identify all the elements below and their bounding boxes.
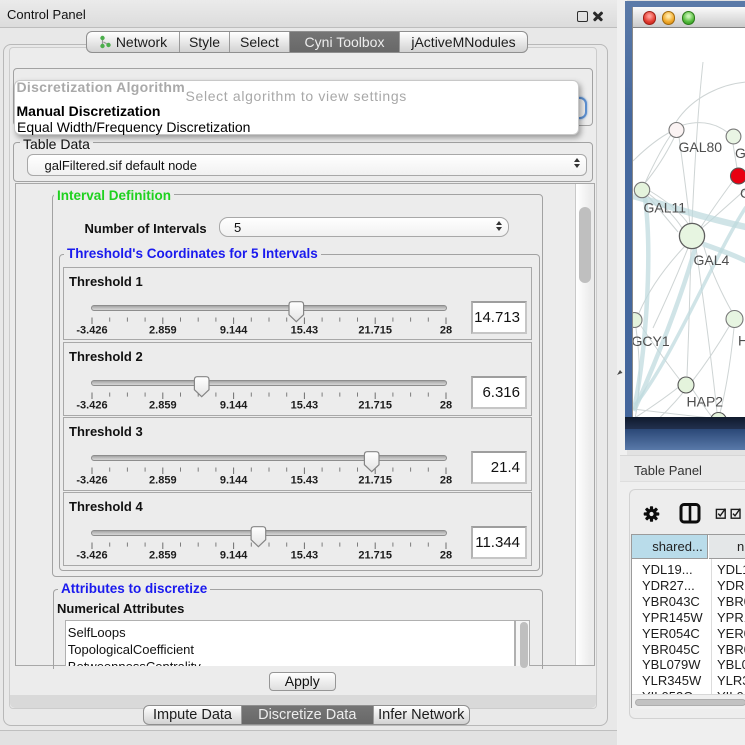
svg-text:28: 28 — [440, 324, 452, 336]
svg-text:2.859: 2.859 — [149, 550, 177, 562]
svg-text:-3.426: -3.426 — [76, 324, 107, 336]
svg-text:9.144: 9.144 — [220, 475, 248, 487]
svg-text:-3.426: -3.426 — [76, 399, 107, 411]
svg-text:GCY1: GCY1 — [633, 333, 670, 349]
svg-text:-3.426: -3.426 — [76, 550, 107, 562]
svg-text:15.43: 15.43 — [291, 324, 319, 336]
svg-text:HAP2: HAP2 — [687, 394, 724, 410]
svg-text:GAL4: GAL4 — [694, 252, 730, 268]
svg-text:GAL80: GAL80 — [679, 139, 723, 155]
svg-text:9.144: 9.144 — [220, 399, 248, 411]
svg-text:21.715: 21.715 — [358, 399, 392, 411]
svg-text:15.43: 15.43 — [291, 399, 319, 411]
svg-text:21.715: 21.715 — [358, 324, 392, 336]
svg-text:21.715: 21.715 — [358, 550, 392, 562]
svg-text:28: 28 — [440, 475, 452, 487]
svg-text:2.859: 2.859 — [149, 475, 177, 487]
svg-text:-3.426: -3.426 — [76, 475, 107, 487]
svg-text:2.859: 2.859 — [149, 399, 177, 411]
svg-text:9.144: 9.144 — [220, 550, 248, 562]
svg-text:G.: G. — [735, 145, 745, 161]
svg-text:15.43: 15.43 — [291, 550, 319, 562]
svg-text:15.43: 15.43 — [291, 475, 319, 487]
svg-text:28: 28 — [440, 399, 452, 411]
svg-text:GAL11: GAL11 — [644, 200, 687, 216]
svg-text:28: 28 — [440, 550, 452, 562]
svg-text:H: H — [738, 333, 745, 349]
svg-text:2.859: 2.859 — [149, 324, 177, 336]
svg-text:21.715: 21.715 — [358, 475, 392, 487]
svg-text:C: C — [740, 185, 745, 201]
svg-text:9.144: 9.144 — [220, 324, 248, 336]
